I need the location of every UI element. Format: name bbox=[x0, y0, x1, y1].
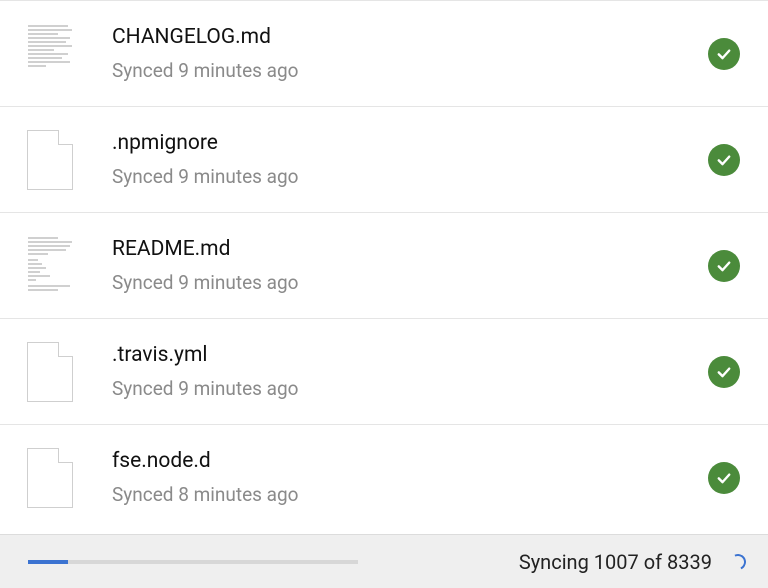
file-thumbnail bbox=[24, 445, 76, 511]
synced-check-icon bbox=[708, 250, 740, 282]
file-status: Synced 8 minutes ago bbox=[112, 483, 708, 506]
progress-fill bbox=[28, 560, 68, 564]
sync-panel: CHANGELOG.md Synced 9 minutes ago .npmig… bbox=[0, 0, 768, 588]
synced-check-icon bbox=[708, 356, 740, 388]
file-list: CHANGELOG.md Synced 9 minutes ago .npmig… bbox=[0, 0, 768, 534]
synced-check-icon bbox=[708, 462, 740, 494]
file-icon bbox=[27, 130, 73, 190]
file-meta: .travis.yml Synced 9 minutes ago bbox=[112, 343, 708, 399]
sync-status-text: Syncing 1007 of 8339 bbox=[519, 550, 712, 574]
file-status: Synced 9 minutes ago bbox=[112, 165, 708, 188]
file-name: fse.node.d bbox=[112, 449, 708, 474]
synced-check-icon bbox=[708, 144, 740, 176]
file-thumbnail bbox=[24, 233, 76, 299]
file-name: CHANGELOG.md bbox=[112, 25, 708, 50]
list-item[interactable]: .travis.yml Synced 9 minutes ago bbox=[0, 318, 768, 424]
file-icon bbox=[27, 342, 73, 402]
file-thumbnail bbox=[24, 127, 76, 193]
list-item[interactable]: CHANGELOG.md Synced 9 minutes ago bbox=[0, 0, 768, 106]
file-name: .npmignore bbox=[112, 131, 708, 156]
file-meta: .npmignore Synced 9 minutes ago bbox=[112, 131, 708, 187]
list-item[interactable]: fse.node.d Synced 8 minutes ago bbox=[0, 424, 768, 530]
file-status: Synced 9 minutes ago bbox=[112, 271, 708, 294]
file-status: Synced 9 minutes ago bbox=[112, 377, 708, 400]
sync-footer: Syncing 1007 of 8339 bbox=[0, 534, 768, 588]
progress-bar bbox=[28, 560, 358, 564]
file-meta: fse.node.d Synced 8 minutes ago bbox=[112, 449, 708, 505]
spinner-icon bbox=[728, 551, 749, 572]
list-item[interactable]: .npmignore Synced 9 minutes ago bbox=[0, 106, 768, 212]
synced-check-icon bbox=[708, 38, 740, 70]
file-icon bbox=[27, 448, 73, 508]
file-name: README.md bbox=[112, 237, 708, 262]
file-name: .travis.yml bbox=[112, 343, 708, 368]
file-thumbnail bbox=[24, 21, 76, 87]
list-item[interactable]: README.md Synced 9 minutes ago bbox=[0, 212, 768, 318]
file-thumbnail bbox=[24, 339, 76, 405]
file-meta: README.md Synced 9 minutes ago bbox=[112, 237, 708, 293]
file-status: Synced 9 minutes ago bbox=[112, 59, 708, 82]
document-icon bbox=[24, 21, 76, 87]
document-icon bbox=[24, 233, 76, 299]
file-meta: CHANGELOG.md Synced 9 minutes ago bbox=[112, 25, 708, 81]
